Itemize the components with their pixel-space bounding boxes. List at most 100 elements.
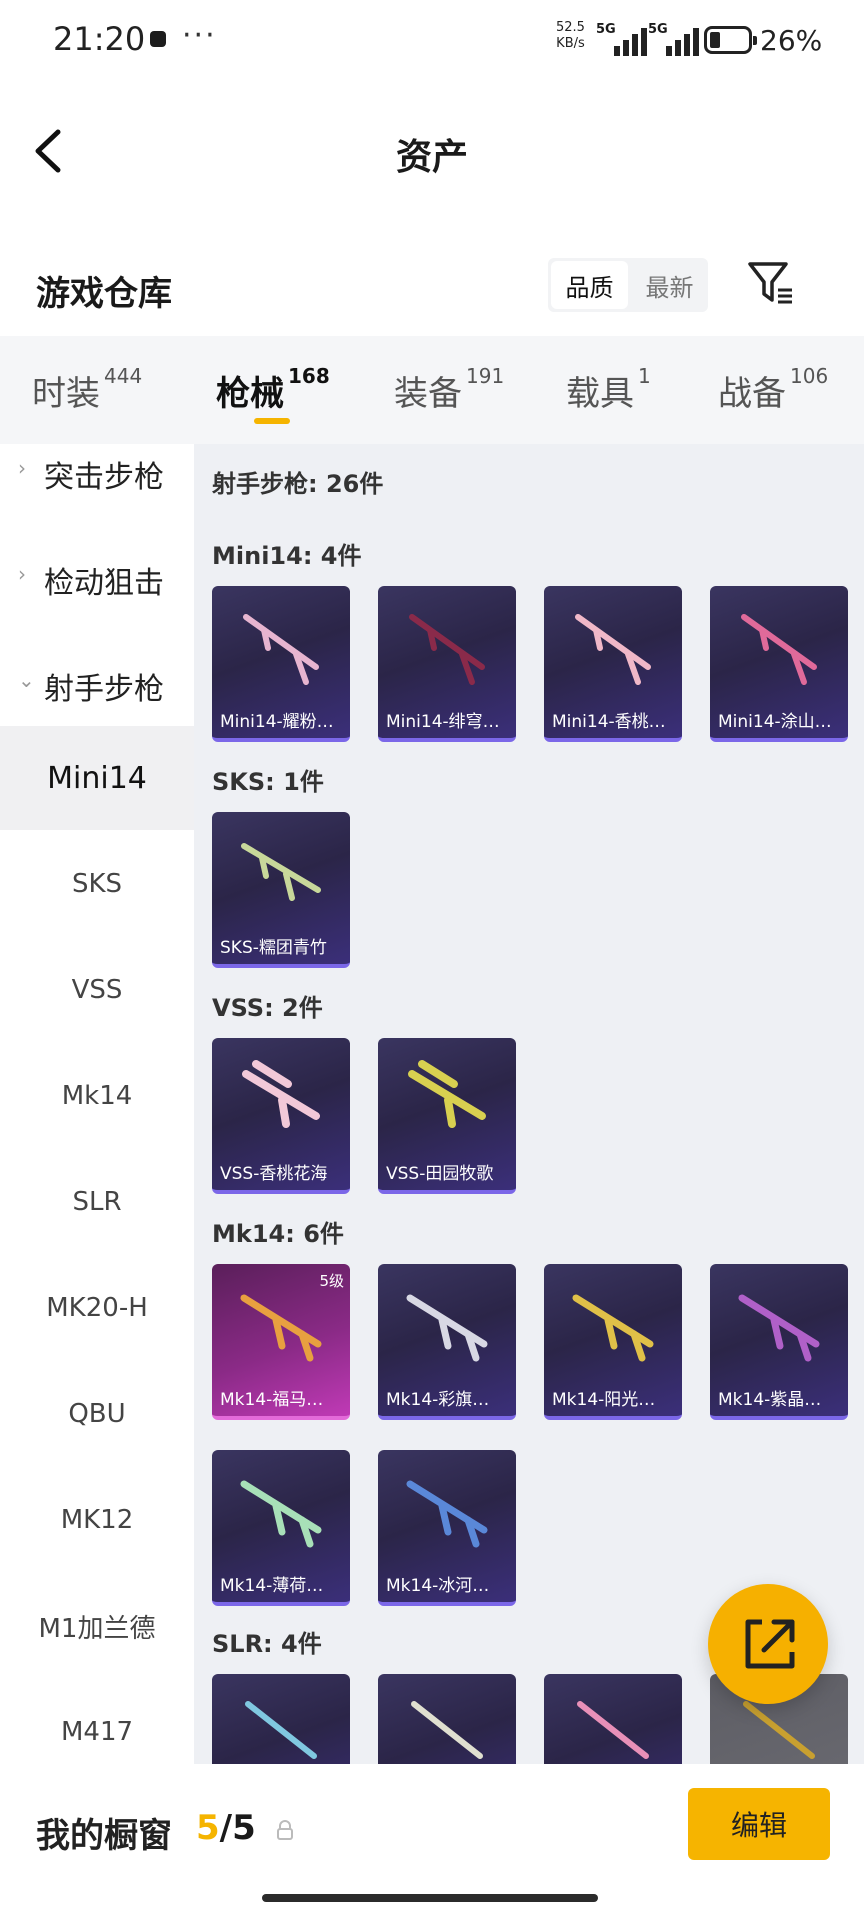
share-icon (745, 1619, 795, 1669)
sidebar-group-bolt[interactable]: › 检动狙击 (0, 550, 194, 610)
sidebar-group-label: 检动狙击 (44, 566, 164, 601)
weapon-sidebar: › 突击步枪 › 检动狙击 ⌄ 射手步枪 Mini14 SKS VSS Mk14… (0, 444, 194, 1764)
network-label: 5G (648, 22, 668, 37)
skin-card[interactable] (544, 1674, 682, 1764)
tab-label: 战备 (718, 374, 786, 414)
sort-quality-button[interactable]: 品质 (551, 261, 628, 309)
chevron-right-icon: › (18, 456, 26, 480)
skin-card[interactable] (212, 1674, 350, 1764)
network-speed: 52.5 KB/s (556, 20, 585, 52)
showcase-count: 5/5 (196, 1808, 256, 1848)
section-title-vss: VSS: 2件 (212, 994, 323, 1022)
tab-count: 106 (790, 364, 829, 388)
rifle-icon (241, 843, 321, 901)
signal-icon: 5G (648, 22, 702, 56)
home-indicator (262, 1894, 598, 1902)
chevron-down-icon: ⌄ (18, 668, 35, 692)
skin-name: Mk14-薄荷… (220, 1576, 324, 1596)
sidebar-item-m1-garand[interactable]: M1加兰德 (0, 1574, 194, 1678)
sidebar-group-label: 射手步枪 (44, 672, 164, 707)
speed-value: 52.5 (556, 20, 585, 35)
chevron-right-icon: › (18, 562, 26, 586)
tab-vehicles[interactable]: 载具 1 (566, 364, 651, 415)
skin-name: Mk14-紫晶… (718, 1390, 822, 1410)
skin-card[interactable]: SKS-糯团青竹 (212, 812, 350, 968)
skin-card[interactable]: Mk14-阳光… (544, 1264, 682, 1420)
sidebar-group-assault[interactable]: › 突击步枪 (0, 444, 194, 504)
skin-card[interactable]: VSS-田园牧歌 (378, 1038, 516, 1194)
skin-card[interactable]: Mk14-薄荷… (212, 1450, 350, 1606)
status-time: 21:20 (53, 20, 146, 58)
speed-unit: KB/s (556, 36, 585, 51)
skin-card[interactable]: VSS-香桃花海 (212, 1038, 350, 1194)
tab-fashion[interactable]: 时装 444 (32, 364, 143, 415)
signal-icon: 5G (596, 22, 650, 56)
tab-label: 载具 (566, 374, 634, 414)
skin-name: SKS-糯团青竹 (220, 938, 327, 958)
share-button[interactable] (708, 1584, 828, 1704)
tab-count: 444 (104, 364, 143, 388)
sidebar-item-m417[interactable]: M417 (0, 1680, 194, 1764)
tab-guns[interactable]: 枪械 168 (216, 364, 330, 415)
sidebar-item-mk14[interactable]: Mk14 (0, 1044, 194, 1148)
skin-name: VSS-香桃花海 (220, 1164, 328, 1184)
showcase-label: 我的橱窗 (36, 1816, 172, 1856)
skin-card[interactable]: 5级 Mk14-福马… (212, 1264, 350, 1420)
skin-name: Mk14-冰河… (386, 1576, 490, 1596)
skin-card[interactable]: Mk14-冰河… (378, 1450, 516, 1606)
sidebar-group-label: 突击步枪 (44, 460, 164, 495)
skin-name: VSS-田园牧歌 (386, 1164, 494, 1184)
section-title-slr: SLR: 4件 (212, 1630, 322, 1658)
network-label: 5G (596, 22, 616, 37)
section-title-mk14: Mk14: 6件 (212, 1220, 344, 1248)
tab-equipment[interactable]: 装备 191 (394, 364, 505, 415)
skin-card[interactable]: Mini14-香桃… (544, 586, 682, 742)
filter-icon[interactable] (746, 258, 796, 308)
skin-card[interactable]: Mini14-绯穹… (378, 586, 516, 742)
skin-name: Mini14-涂山… (718, 712, 832, 732)
skin-card[interactable] (378, 1674, 516, 1764)
rifle-icon (243, 614, 319, 685)
rifle-icon (406, 1480, 488, 1548)
sidebar-item-vss[interactable]: VSS (0, 938, 194, 1042)
warehouse-title: 游戏仓库 (36, 274, 172, 314)
sidebar-item-qbu[interactable]: QBU (0, 1362, 194, 1466)
skin-card[interactable]: Mini14-涂山… (710, 586, 848, 742)
more-dots: ··· (182, 18, 217, 53)
active-tab-indicator (254, 418, 290, 424)
rifle-icon (738, 1294, 820, 1362)
rifle-icon (411, 1701, 483, 1759)
sidebar-item-slr[interactable]: SLR (0, 1150, 194, 1254)
rifle-icon (575, 614, 651, 685)
tab-supplies[interactable]: 战备 106 (718, 364, 829, 415)
section-title-mini14: Mini14: 4件 (212, 542, 362, 570)
weapon-grid: 射手步枪: 26件 Mini14: 4件 Mini14-耀粉… Mini14-绯… (194, 444, 864, 1764)
sort-newest-button[interactable]: 最新 (631, 258, 708, 312)
rifle-icon (242, 1060, 320, 1128)
sidebar-item-sks[interactable]: SKS (0, 832, 194, 936)
sidebar-group-dmr[interactable]: ⌄ 射手步枪 (0, 656, 194, 716)
skin-name: Mini14-香桃… (552, 712, 666, 732)
sort-toggle: 品质 最新 (548, 258, 708, 312)
skin-name: Mk14-彩旗… (386, 1390, 490, 1410)
battery-percent: 26% (760, 24, 823, 57)
lock-icon (277, 1820, 293, 1840)
rifle-icon (240, 1480, 322, 1548)
skin-card[interactable]: Mk14-紫晶… (710, 1264, 848, 1420)
edit-button[interactable]: 编辑 (688, 1788, 830, 1860)
sidebar-item-mk12[interactable]: MK12 (0, 1468, 194, 1572)
tab-label: 时装 (32, 374, 100, 414)
category-tabs: 时装 444 枪械 168 装备 191 载具 1 战备 106 (0, 336, 864, 444)
tab-count: 191 (466, 364, 505, 388)
sidebar-item-mk20h[interactable]: MK20-H (0, 1256, 194, 1360)
skin-name: Mk14-阳光… (552, 1390, 656, 1410)
skin-card[interactable]: Mini14-耀粉… (212, 586, 350, 742)
status-bar: 21:20 ··· 52.5 KB/s 5G 5G 26% (0, 0, 864, 80)
rifle-icon (577, 1701, 649, 1759)
sidebar-item-mini14[interactable]: Mini14 (0, 726, 194, 830)
rifle-icon (406, 1294, 488, 1362)
skin-card[interactable]: Mk14-彩旗… (378, 1264, 516, 1420)
showcase-total: /5 (219, 1808, 256, 1848)
skin-name: Mk14-福马… (220, 1390, 324, 1410)
rifle-icon (240, 1294, 322, 1362)
